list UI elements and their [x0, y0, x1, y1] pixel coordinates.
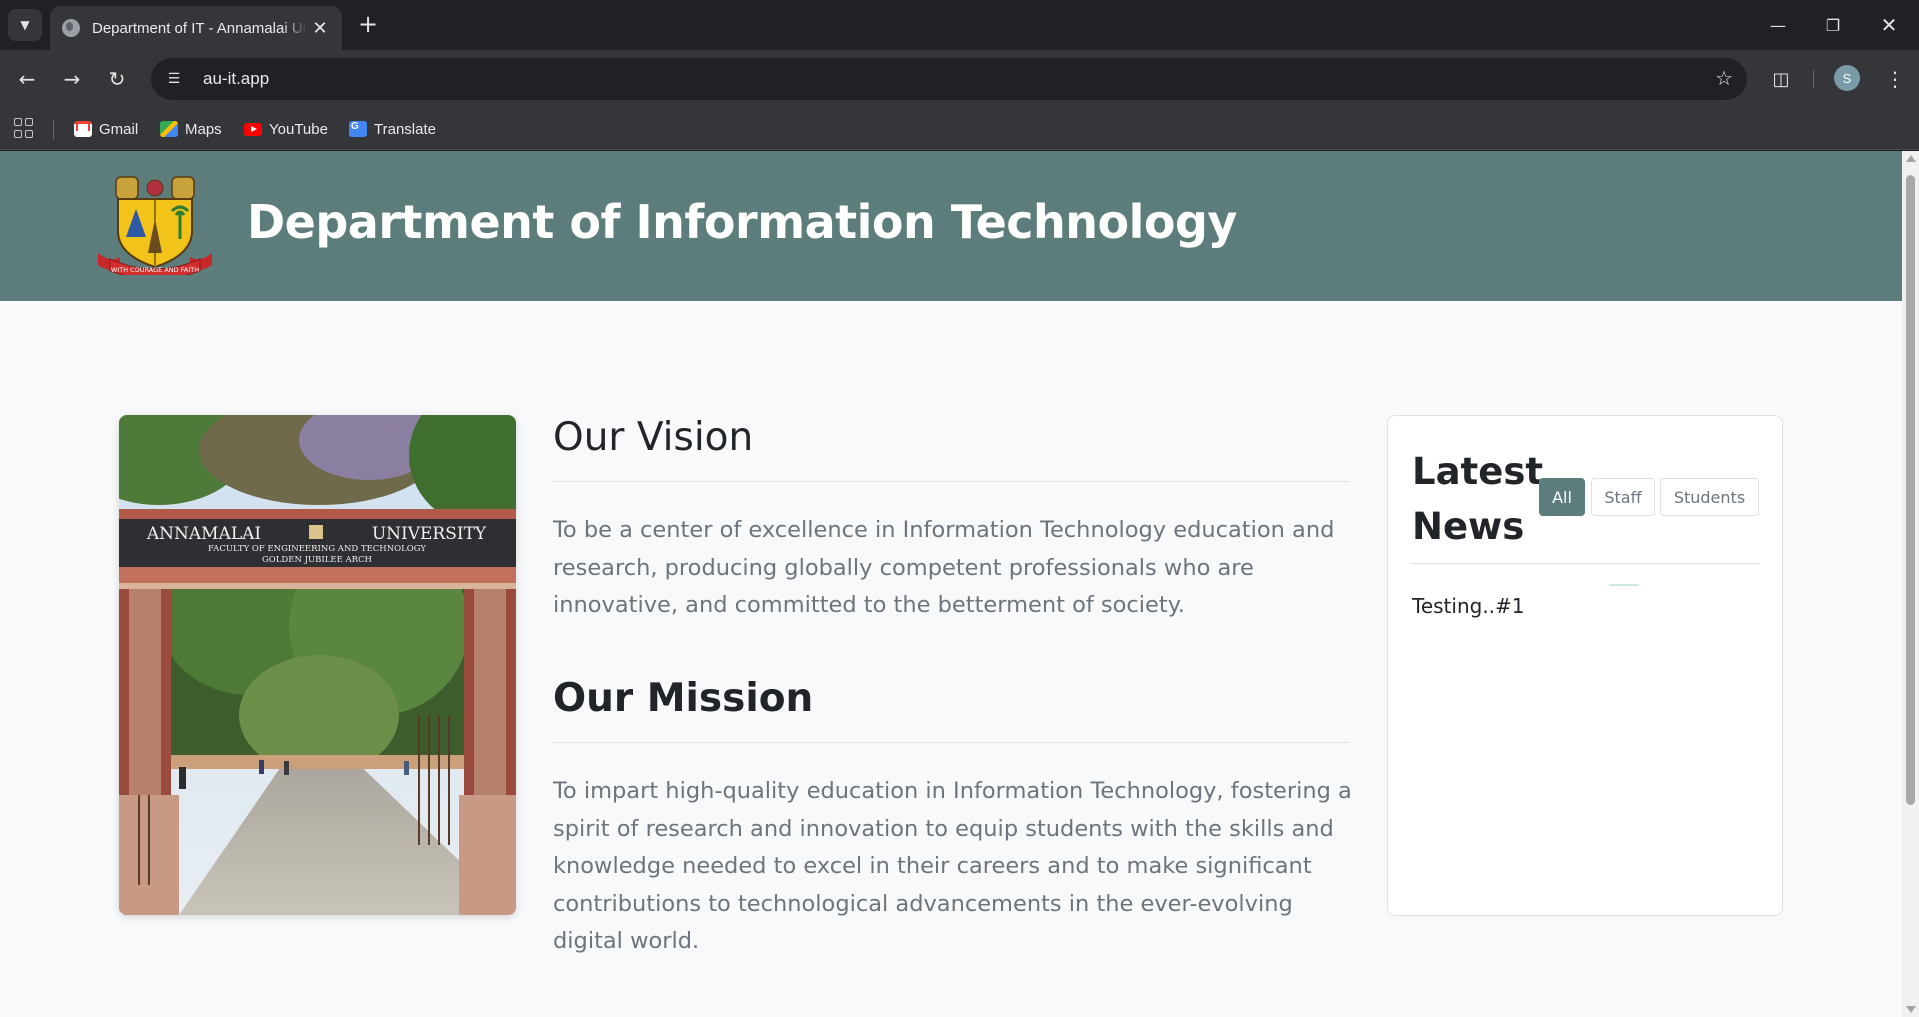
bookmark-maps[interactable]: Maps: [160, 117, 222, 141]
news-item[interactable]: Testing..#1: [1412, 594, 1525, 618]
youtube-icon: [244, 122, 262, 136]
mission-heading: Our Mission: [553, 676, 814, 721]
address-bar[interactable]: ☰ au-it.app ☆: [151, 58, 1747, 100]
news-heading: Latest News: [1412, 450, 1544, 548]
bookmarks-divider: [53, 120, 54, 140]
toolbar-divider: [1813, 70, 1814, 88]
scroll-up-arrow-icon[interactable]: [1906, 155, 1916, 162]
minimize-window-icon[interactable]: —: [1755, 8, 1801, 42]
latest-news-card: Latest News All Staff Students Testing..…: [1387, 415, 1783, 916]
vision-divider: [553, 481, 1349, 482]
site-settings-icon[interactable]: ☰: [159, 64, 189, 94]
bookmark-youtube[interactable]: YouTube: [244, 117, 328, 141]
forward-arrow-icon[interactable]: →: [57, 64, 87, 94]
filter-students-button[interactable]: Students: [1660, 478, 1759, 516]
site-header: WITH COURAGE AND FAITH Department of Inf…: [0, 151, 1902, 301]
vision-heading: Our Vision: [553, 415, 754, 460]
browser-tab[interactable]: Department of IT - Annamalai University …: [50, 6, 342, 50]
tab-search-chevron-icon[interactable]: ▼: [8, 9, 42, 41]
svg-text:GOLDEN JUBILEE ARCH: GOLDEN JUBILEE ARCH: [262, 555, 372, 565]
filter-staff-button[interactable]: Staff: [1591, 478, 1655, 516]
svg-text:WITH COURAGE AND FAITH: WITH COURAGE AND FAITH: [111, 266, 199, 274]
close-window-icon[interactable]: ✕: [1866, 8, 1912, 42]
globe-icon: [62, 19, 80, 37]
vision-text: To be a center of excellence in Informat…: [553, 517, 1335, 618]
page-scrollbar[interactable]: [1902, 151, 1919, 1017]
profile-avatar[interactable]: S: [1834, 65, 1860, 91]
site-title: Department of Information Technology: [247, 195, 1237, 249]
browser-toolbar: ← → ↻ ☰ au-it.app ☆ ◫ ⋮: [0, 50, 1919, 108]
campus-arch-photo: ANNAMALAI UNIVERSITY FACULTY OF ENGINEER…: [119, 415, 516, 915]
restore-window-icon[interactable]: ❐: [1810, 8, 1856, 42]
close-tab-icon[interactable]: ✕: [310, 18, 330, 39]
extensions-puzzle-icon[interactable]: ◫: [1766, 64, 1796, 94]
bookmark-label: Gmail: [99, 120, 139, 138]
bookmark-label: Maps: [185, 120, 222, 138]
svg-text:ANNAMALAI: ANNAMALAI: [146, 524, 261, 544]
bookmark-label: YouTube: [269, 120, 328, 138]
more-menu-icon[interactable]: ⋮: [1880, 64, 1910, 94]
back-arrow-icon[interactable]: ←: [12, 64, 42, 94]
bookmark-label: Translate: [374, 120, 436, 138]
news-accent-line: [1609, 584, 1639, 586]
apps-grid-icon[interactable]: [14, 118, 34, 138]
new-tab-plus-icon[interactable]: +: [354, 11, 382, 39]
browser-tab-bar: ▼ Department of IT - Annamalai Universit…: [0, 0, 1919, 50]
filter-all-button[interactable]: All: [1539, 478, 1585, 516]
maps-icon: [160, 121, 178, 137]
university-logo: WITH COURAGE AND FAITH: [98, 176, 212, 275]
svg-text:UNIVERSITY: UNIVERSITY: [372, 524, 487, 544]
mission-text: To impart high-quality education in Info…: [553, 778, 1352, 954]
gmail-icon: [74, 121, 92, 137]
bookmark-translate[interactable]: Translate: [349, 117, 436, 141]
scroll-thumb[interactable]: [1906, 175, 1915, 805]
news-divider: [1412, 563, 1760, 564]
svg-text:FACULTY OF ENGINEERING AND TEC: FACULTY OF ENGINEERING AND TECHNOLOGY: [208, 544, 426, 554]
bookmarks-bar: Gmail Maps YouTube Translate: [0, 108, 1919, 150]
translate-icon: [349, 121, 367, 137]
bookmark-star-icon[interactable]: ☆: [1715, 66, 1733, 90]
reload-icon[interactable]: ↻: [102, 64, 132, 94]
url-text[interactable]: au-it.app: [203, 69, 269, 89]
mission-divider: [553, 742, 1349, 743]
bookmark-gmail[interactable]: Gmail: [74, 117, 138, 141]
tab-title: Department of IT - Annamalai University: [92, 19, 308, 37]
page-viewport: WITH COURAGE AND FAITH Department of Inf…: [0, 151, 1919, 1017]
scroll-down-arrow-icon[interactable]: [1906, 1006, 1916, 1013]
